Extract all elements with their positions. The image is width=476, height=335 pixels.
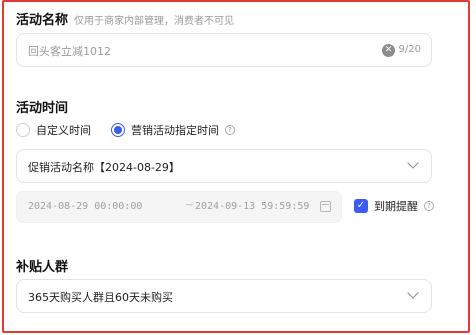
start-date: 2024-08-29 00:00:00: [28, 201, 143, 212]
radio-marketing-time[interactable]: [111, 123, 125, 137]
expiry-reminder[interactable]: ✓ 到期提醒 ?: [354, 198, 434, 214]
checkmark-icon[interactable]: ✓: [354, 199, 368, 213]
radio-custom-time-label[interactable]: 自定义时间: [36, 122, 91, 138]
char-count: 9/20: [398, 44, 421, 55]
subsidy-crowd-title: 补贴人群: [16, 260, 69, 275]
date-separator: ~: [185, 200, 194, 211]
activity-name-hint: 仅用于商家内部管理，消费者不可见: [74, 16, 235, 27]
promotion-select-value: 促销活动名称【2024-08-29】: [28, 161, 180, 174]
radio-marketing-time-label[interactable]: 营销活动指定时间: [131, 122, 219, 138]
crowd-select-value: 365天购买人群且60天未购买: [28, 291, 173, 304]
promotion-select[interactable]: 促销活动名称【2024-08-29】: [16, 149, 432, 183]
activity-time-title: 活动时间: [16, 101, 69, 116]
end-date: 2024-09-13 59:59:59: [195, 201, 310, 212]
date-range-picker[interactable]: 2024-08-29 00:00:00 ~ 2024-09-13 59:59:5…: [16, 191, 342, 223]
time-type-radio-group: 自定义时间 营销活动指定时间 ?: [16, 120, 235, 140]
clear-icon[interactable]: ✕: [382, 44, 395, 57]
calendar-icon[interactable]: [320, 201, 331, 212]
chevron-down-icon: [407, 157, 419, 169]
expiry-reminder-label[interactable]: 到期提醒: [374, 198, 418, 214]
chevron-down-icon: [407, 287, 419, 299]
crowd-select[interactable]: 365天购买人群且60天未购买: [16, 279, 432, 313]
activity-name-input[interactable]: 回头客立减1012 ✕ 9/20: [16, 33, 432, 67]
help-icon[interactable]: ?: [424, 201, 434, 211]
activity-name-section: 活动名称 仅用于商家内部管理，消费者不可见: [16, 9, 234, 28]
activity-name-title: 活动名称: [16, 13, 69, 28]
help-icon[interactable]: ?: [225, 125, 235, 135]
radio-custom-time[interactable]: [16, 123, 30, 137]
activity-name-value: 回头客立减1012: [28, 45, 111, 58]
